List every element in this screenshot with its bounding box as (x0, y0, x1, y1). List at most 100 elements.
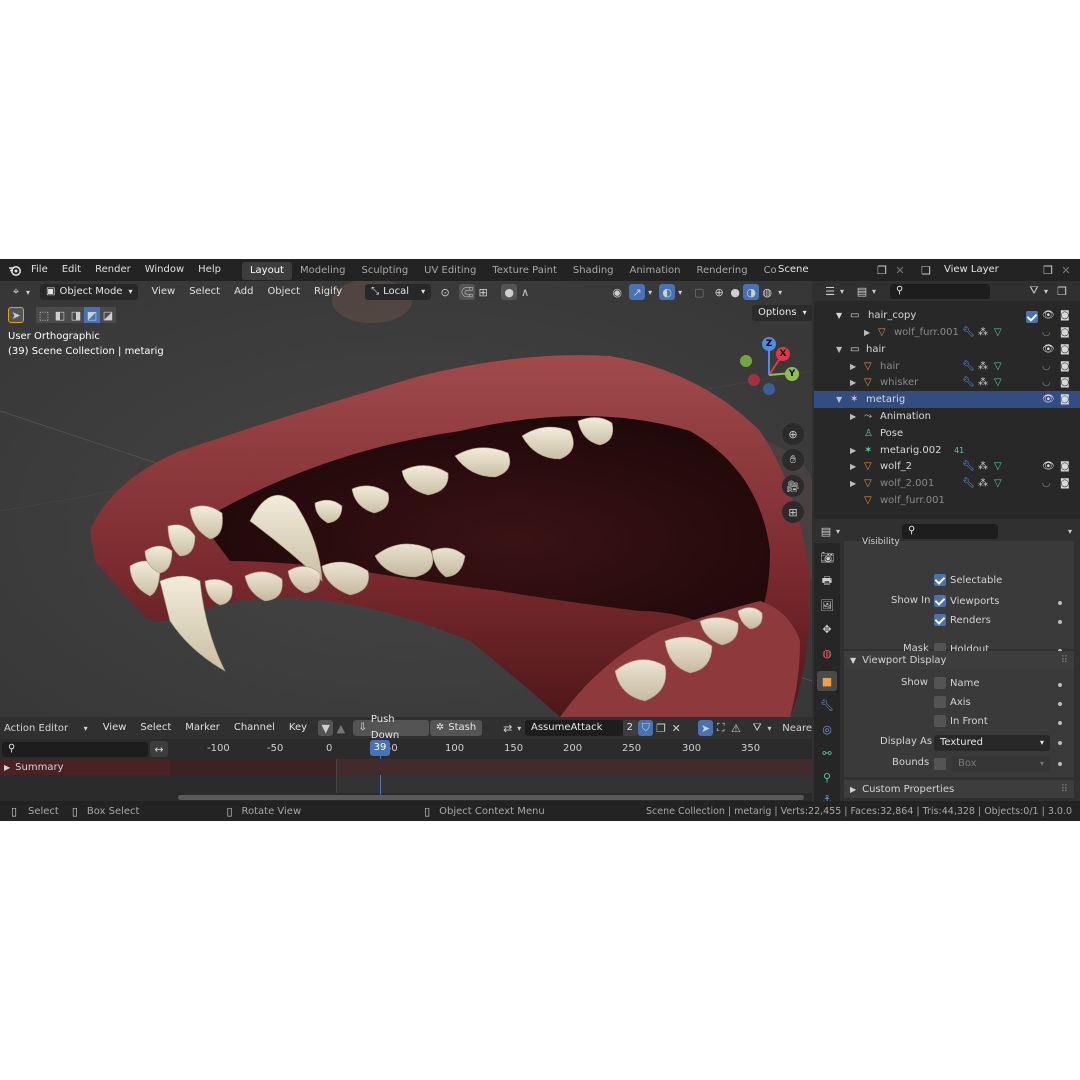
expand-arrow-icon[interactable]: ▶ (850, 458, 856, 475)
bounds-checkbox[interactable] (934, 758, 946, 770)
options-dropdown[interactable]: Options ▾ (752, 305, 812, 321)
expand-arrow-icon[interactable]: ▶ (850, 442, 856, 459)
close-scene-icon[interactable]: ✕ (892, 262, 908, 278)
menu-file[interactable]: File (24, 259, 55, 281)
menu-help[interactable]: Help (191, 259, 228, 281)
animate-dot[interactable] (1058, 762, 1062, 766)
select-difference-icon[interactable]: ◪ (100, 307, 116, 323)
menu-window[interactable]: Window (138, 259, 191, 281)
particles-icon[interactable]: ⁂ (978, 358, 988, 375)
eye-icon[interactable]: 👁︎ (1042, 391, 1055, 408)
gizmo-axis-z[interactable]: Z (762, 337, 776, 351)
3d-viewport[interactable]: ⌖ ▾ ▣ Object Mode ▾ View Select Add Object R… (0, 281, 812, 717)
mesh-data-icon[interactable]: ▽ (994, 324, 1002, 341)
view-layer-icon[interactable]: ❏ (918, 262, 934, 278)
gizmo-toggle-icon[interactable]: ↗ (629, 284, 646, 300)
camera-icon[interactable]: ◙ (1060, 458, 1070, 475)
blender-logo-icon[interactable] (6, 262, 24, 278)
select-extend-icon[interactable]: ◧ (52, 307, 68, 323)
outliner-row[interactable]: ▽ wolf_furr.001 (814, 492, 1080, 509)
solid-shading-icon[interactable]: ● (727, 284, 743, 300)
push-up-arrow-icon[interactable]: ▲ (333, 720, 348, 736)
filter-icon[interactable]: ⛛ (750, 720, 765, 736)
outliner-search-input[interactable]: ⚲ (890, 283, 990, 299)
xray-icon[interactable]: ▢ (691, 284, 707, 300)
menu-edit[interactable]: Edit (55, 259, 88, 281)
outliner-row[interactable]: ▼ ✶ metarig 👁︎ ◙ (814, 391, 1080, 409)
new-collection-icon[interactable]: ❐ (1054, 283, 1070, 299)
constraints-tab-icon[interactable]: ⚯ (819, 745, 835, 761)
current-frame-indicator[interactable]: 39 (370, 740, 390, 756)
mode-dropdown[interactable]: ▣ Object Mode ▾ (40, 284, 139, 300)
eye-closed-icon[interactable]: ◡ (1042, 475, 1051, 492)
animate-dot[interactable] (1058, 702, 1062, 706)
outliner-row[interactable]: ▶ ▽ whisker 🔧︎ ⁂ ▽ ◡ ◙ (814, 374, 1080, 391)
axis-checkbox[interactable] (934, 696, 946, 708)
stash-button[interactable]: ✲ Stash (429, 720, 483, 736)
camera-icon[interactable]: ◙ (1060, 341, 1070, 358)
wireframe-shading-icon[interactable]: ⊕ (711, 284, 727, 300)
outliner-row[interactable]: ▶ ✶ metarig.002 41 (814, 442, 1080, 459)
zoom-icon[interactable]: ⊕ (782, 423, 804, 445)
swap-icon[interactable]: ↔ (150, 741, 168, 757)
in-front-option[interactable]: In Front (934, 715, 988, 727)
properties-search-input[interactable]: ⚲ (902, 523, 998, 539)
only-errors-icon[interactable]: ⚠ (728, 720, 743, 736)
camera-icon[interactable]: ◙ (1060, 475, 1070, 492)
viewport-menu-rigify[interactable]: Rigify (307, 281, 349, 303)
fake-user-shield-icon[interactable]: ⛉ (638, 720, 654, 736)
visibility-icon[interactable]: ◉ (609, 284, 625, 300)
name-option[interactable]: Name (934, 677, 980, 689)
filter-icon[interactable]: ⛛ (1026, 283, 1042, 299)
mesh-data-icon[interactable]: ▽ (994, 374, 1002, 391)
chevron-down-icon[interactable]: ▾ (1062, 523, 1078, 539)
tab-shading[interactable]: Shading (565, 262, 622, 280)
scene-tab-icon[interactable]: ✥ (819, 621, 835, 637)
tab-modeling[interactable]: Modeling (292, 262, 354, 280)
expand-arrow-icon[interactable]: ▶ (850, 408, 856, 425)
collapse-arrow-icon[interactable]: ▼ (836, 307, 842, 324)
gizmo-axis-x[interactable]: X (776, 347, 790, 361)
view-layer-field[interactable]: View Layer (940, 262, 1038, 278)
tab-animation[interactable]: Animation (622, 262, 689, 280)
snap-target-icon[interactable]: ⊞ (475, 284, 491, 300)
modifier-icon[interactable]: 🔧︎ (962, 374, 975, 391)
outliner-row[interactable]: ▶ ▽ wolf_2 🔧︎ ⁂ ▽ 👁︎ ◙ (814, 458, 1080, 475)
select-tool-icon[interactable]: ➤ (8, 307, 24, 323)
modifier-icon[interactable]: 🔧︎ (962, 324, 975, 341)
tab-sculpting[interactable]: Sculpting (353, 262, 416, 280)
tab-texture-paint[interactable]: Texture Paint (484, 262, 565, 280)
outliner-row[interactable]: ▼ ▭ hair 👁︎ ◙ (814, 341, 1080, 358)
in-front-checkbox[interactable] (934, 715, 946, 727)
eye-closed-icon[interactable]: ◡ (1042, 358, 1051, 375)
action-menu-select[interactable]: Select (133, 717, 178, 739)
outliner-row[interactable]: ▶ ▽ wolf_2.001 🔧︎ ⁂ ▽ ◡ ◙ (814, 475, 1080, 492)
display-as-dropdown[interactable]: Textured ▾ (934, 735, 1050, 751)
animate-dot[interactable] (1058, 601, 1062, 605)
eye-closed-icon[interactable]: ◡ (1042, 374, 1051, 391)
collapse-arrow-icon[interactable]: ▼ (836, 391, 842, 408)
material-shading-icon[interactable]: ◑ (743, 284, 760, 300)
outliner-row[interactable]: ▶ ▽ wolf_furr.001 🔧︎ ⁂ ▽ ◡ ◙ (814, 324, 1080, 341)
viewport-menu-add[interactable]: Add (227, 281, 260, 303)
animate-dot[interactable] (1058, 620, 1062, 624)
particles-icon[interactable]: ⁂ (978, 324, 988, 341)
select-subtract-icon[interactable]: ◨ (68, 307, 84, 323)
drag-handle-icon[interactable]: ⠿ (1061, 655, 1068, 666)
overlay-toggle-icon[interactable]: ◐ (659, 284, 676, 300)
modifier-tab-icon[interactable]: 🔧︎ (819, 697, 835, 713)
mesh-data-icon[interactable]: ▽ (994, 358, 1002, 375)
axis-option[interactable]: Axis (934, 696, 971, 708)
grid-icon[interactable]: ⊞ (782, 501, 804, 523)
scene-field[interactable]: Scene (776, 262, 872, 278)
expand-arrow-icon[interactable]: ▶ (850, 475, 856, 492)
world-tab-icon[interactable]: ◍ (819, 645, 835, 661)
outliner-row[interactable]: ▶ ▽ hair 🔧︎ ⁂ ▽ ◡ ◙ (814, 358, 1080, 375)
select-intersect-icon[interactable]: ◩ (84, 307, 100, 323)
selectable-option[interactable]: Selectable (934, 574, 1002, 586)
camera-icon[interactable]: ◙ (1060, 374, 1070, 391)
animate-dot[interactable] (1058, 721, 1062, 725)
action-menu-marker[interactable]: Marker (178, 717, 227, 739)
renders-checkbox[interactable] (934, 614, 946, 626)
close-view-layer-icon[interactable]: ✕ (1058, 262, 1074, 278)
